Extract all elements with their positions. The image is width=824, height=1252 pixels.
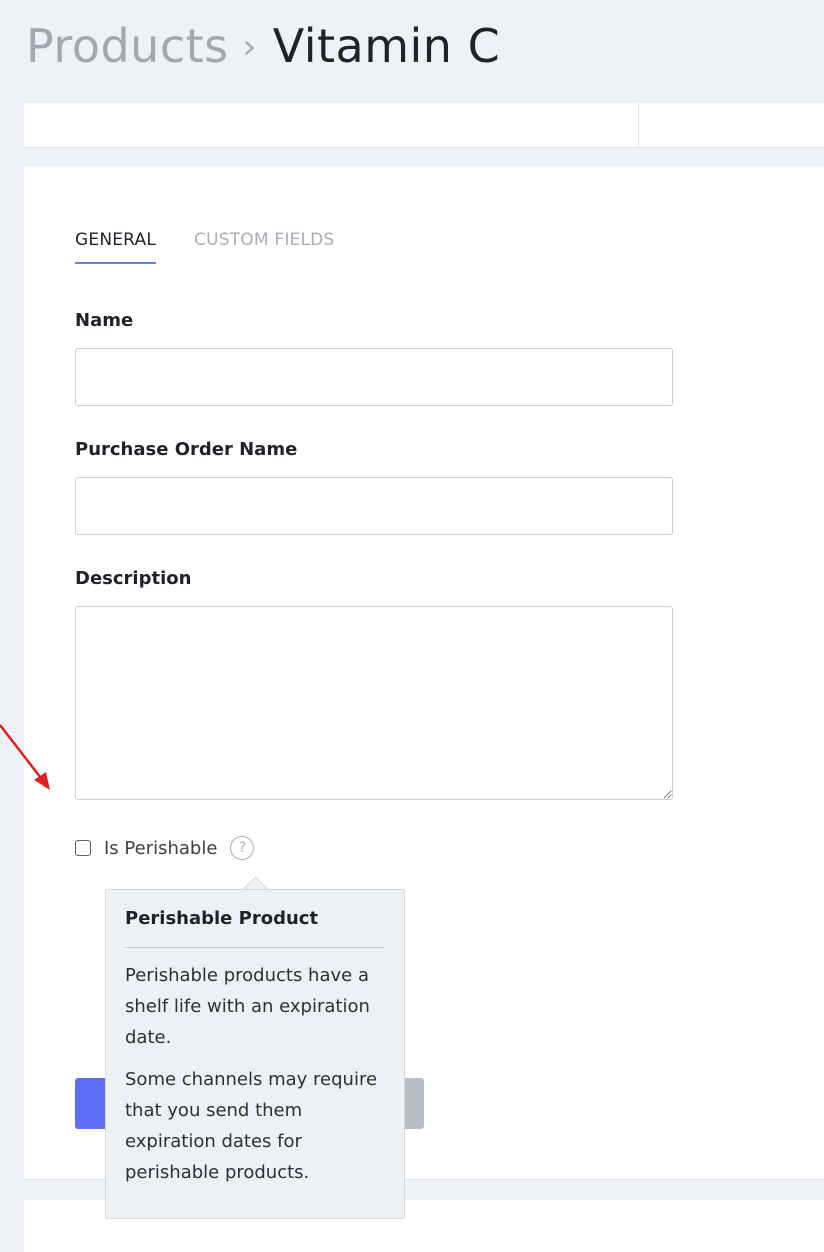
red-arrow-annotation bbox=[0, 724, 50, 790]
tab-general[interactable]: GENERAL bbox=[75, 230, 156, 264]
description-textarea[interactable] bbox=[75, 606, 673, 800]
name-input[interactable] bbox=[75, 348, 673, 406]
perishable-label[interactable]: Is Perishable bbox=[104, 838, 217, 859]
chevron-right-icon: › bbox=[242, 27, 257, 67]
toolbar-divider bbox=[638, 103, 639, 147]
description-label: Description bbox=[75, 568, 192, 589]
breadcrumb: Products › Vitamin C bbox=[26, 14, 500, 78]
tooltip-title: Perishable Product bbox=[125, 908, 385, 948]
arrow-shaft bbox=[0, 724, 45, 783]
page-title: Vitamin C bbox=[272, 19, 501, 73]
purchase-order-name-label: Purchase Order Name bbox=[75, 439, 298, 460]
tooltip-paragraph-1: Perishable products have a shelf life wi… bbox=[125, 965, 370, 1048]
arrow-head bbox=[34, 772, 50, 790]
perishable-checkbox[interactable] bbox=[75, 840, 91, 856]
tab-bar: GENERAL CUSTOM FIELDS bbox=[75, 230, 372, 264]
help-icon[interactable]: ? bbox=[230, 836, 255, 860]
perishable-row: Is Perishable ? bbox=[75, 836, 255, 860]
purchase-order-name-input[interactable] bbox=[75, 477, 673, 535]
top-toolbar bbox=[24, 103, 824, 148]
tooltip-paragraph-2: Some channels may require that you send … bbox=[125, 1069, 378, 1183]
name-label: Name bbox=[75, 310, 134, 331]
breadcrumb-products-link[interactable]: Products bbox=[26, 19, 229, 73]
tab-custom-fields[interactable]: CUSTOM FIELDS bbox=[194, 230, 334, 264]
perishable-tooltip: Perishable Product Perishable products h… bbox=[105, 889, 405, 1219]
